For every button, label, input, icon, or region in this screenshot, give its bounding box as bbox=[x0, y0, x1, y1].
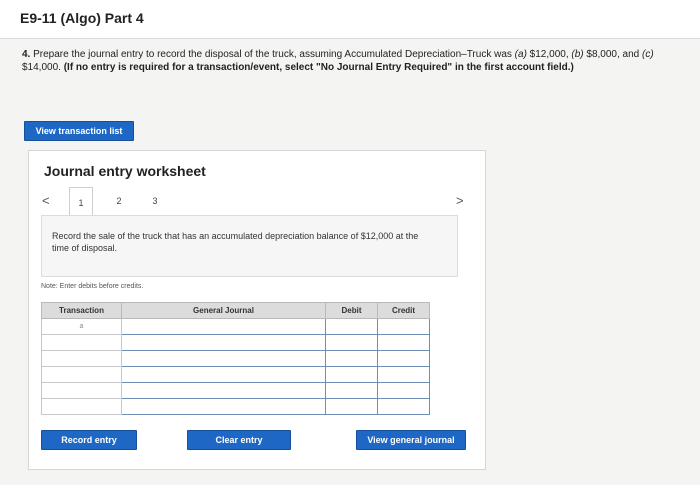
question-a-label: (a) bbox=[514, 49, 527, 60]
debit-field[interactable] bbox=[325, 334, 378, 351]
instruction-text: Record the sale of the truck that has an… bbox=[52, 231, 419, 253]
col-header-transaction: Transaction bbox=[41, 302, 122, 319]
table-row bbox=[41, 334, 430, 351]
account-field[interactable] bbox=[121, 350, 326, 367]
chevron-left-icon[interactable]: < bbox=[42, 193, 50, 208]
transaction-cell bbox=[41, 398, 122, 415]
transaction-cell bbox=[41, 366, 122, 383]
col-header-credit: Credit bbox=[377, 302, 430, 319]
question-c-value: $14,000. bbox=[22, 62, 64, 73]
question-b-label: (b) bbox=[571, 49, 584, 60]
transaction-cell bbox=[41, 382, 122, 399]
chevron-right-icon[interactable]: > bbox=[456, 193, 464, 208]
view-transaction-list-button[interactable]: View transaction list bbox=[24, 121, 134, 141]
credit-field[interactable] bbox=[377, 318, 430, 335]
credit-field[interactable] bbox=[377, 334, 430, 351]
credit-field[interactable] bbox=[377, 398, 430, 415]
question-c-label: (c) bbox=[642, 49, 654, 60]
clear-entry-button[interactable]: Clear entry bbox=[187, 430, 291, 450]
instruction-box: Record the sale of the truck that has an… bbox=[41, 215, 458, 277]
journal-table-header-row: Transaction General Journal Debit Credit bbox=[41, 302, 430, 319]
debit-field[interactable] bbox=[325, 382, 378, 399]
record-entry-button[interactable]: Record entry bbox=[41, 430, 137, 450]
question-bold-note: (If no entry is required for a transacti… bbox=[63, 62, 574, 73]
account-field[interactable] bbox=[121, 334, 326, 351]
transaction-cell bbox=[41, 334, 122, 351]
table-row bbox=[41, 366, 430, 383]
table-row bbox=[41, 398, 430, 415]
tab-2[interactable]: 2 bbox=[107, 187, 131, 215]
account-field[interactable] bbox=[121, 382, 326, 399]
credit-field[interactable] bbox=[377, 382, 430, 399]
question-text: 4. Prepare the journal entry to record t… bbox=[22, 48, 672, 74]
header-bar: E9-11 (Algo) Part 4 bbox=[0, 0, 700, 39]
account-field[interactable] bbox=[121, 318, 326, 335]
table-row bbox=[41, 382, 430, 399]
question-text-part1: Prepare the journal entry to record the … bbox=[33, 49, 515, 60]
credit-field[interactable] bbox=[377, 366, 430, 383]
tab-3[interactable]: 3 bbox=[143, 187, 167, 215]
journal-table: Transaction General Journal Debit Credit… bbox=[41, 302, 430, 415]
transaction-cell: a bbox=[41, 318, 122, 335]
worksheet-title: Journal entry worksheet bbox=[44, 163, 206, 179]
debit-field[interactable] bbox=[325, 366, 378, 383]
question-number: 4. bbox=[22, 49, 31, 60]
debit-field[interactable] bbox=[325, 318, 378, 335]
col-header-general-journal: General Journal bbox=[121, 302, 326, 319]
question-b-value: $8,000, and bbox=[586, 49, 643, 60]
col-header-debit: Debit bbox=[325, 302, 378, 319]
tab-1[interactable]: 1 bbox=[69, 187, 93, 217]
account-field[interactable] bbox=[121, 366, 326, 383]
debit-field[interactable] bbox=[325, 350, 378, 367]
account-field[interactable] bbox=[121, 398, 326, 415]
page-title: E9-11 (Algo) Part 4 bbox=[20, 10, 144, 26]
transaction-cell bbox=[41, 350, 122, 367]
note-text: Note: Enter debits before credits. bbox=[41, 283, 144, 290]
credit-field[interactable] bbox=[377, 350, 430, 367]
question-a-value: $12,000, bbox=[526, 49, 572, 60]
journal-entry-worksheet-panel: Journal entry worksheet < 1 2 3 > Record… bbox=[28, 150, 486, 470]
table-row: a bbox=[41, 318, 430, 335]
debit-field[interactable] bbox=[325, 398, 378, 415]
table-row bbox=[41, 350, 430, 367]
view-general-journal-button[interactable]: View general journal bbox=[356, 430, 466, 450]
